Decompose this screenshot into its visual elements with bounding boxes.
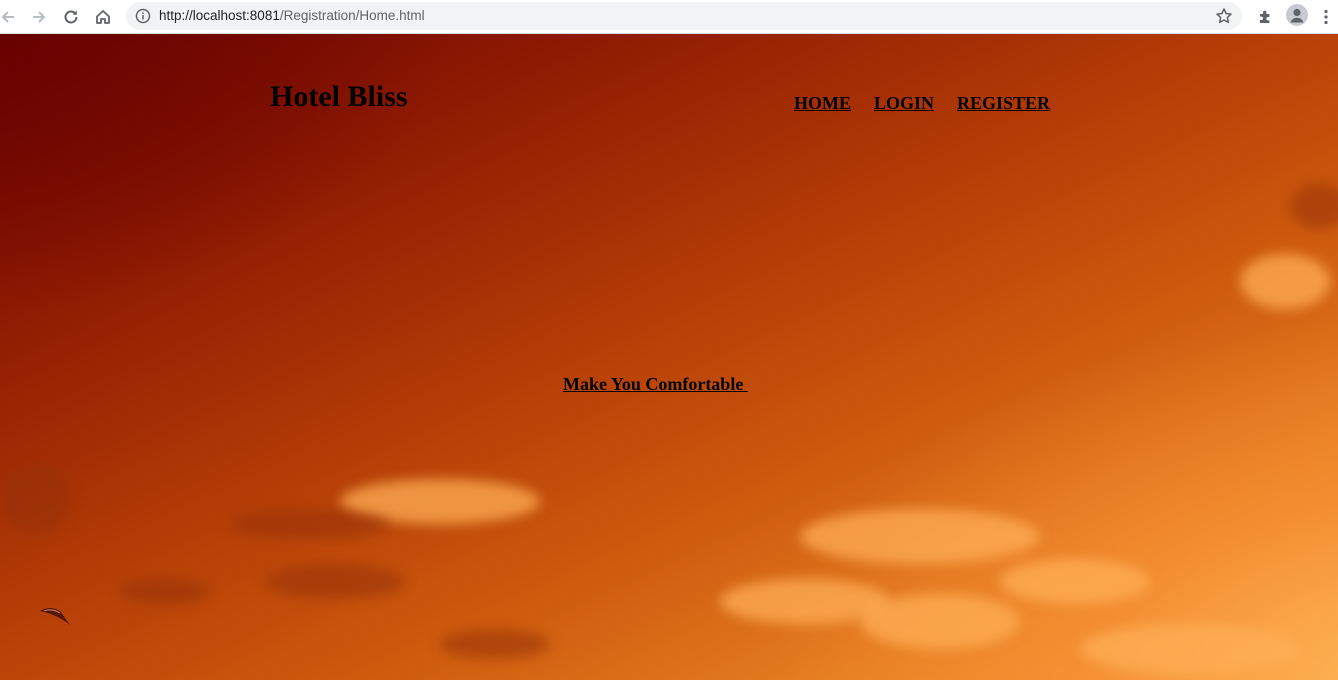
page-viewport: Hotel Bliss HOME LOGIN REGISTER Make You…: [0, 34, 1338, 680]
cloud-shape: [120, 579, 210, 604]
cloud-shape: [800, 509, 1040, 564]
star-icon[interactable]: [1215, 7, 1233, 25]
browser-toolbar: http://localhost:8081/Registration/Home.…: [0, 0, 1338, 34]
url-host: http://localhost:8081: [159, 8, 280, 23]
cloud-shape: [1240, 254, 1330, 309]
address-bar[interactable]: http://localhost:8081/Registration/Home.…: [126, 2, 1242, 30]
person-icon: [1286, 4, 1308, 26]
cloud-shape: [1000, 559, 1150, 604]
reload-button[interactable]: [59, 5, 83, 29]
cloud-shape: [0, 464, 70, 534]
arrow-left-icon: [1, 11, 14, 23]
back-button[interactable]: [0, 5, 20, 29]
hero-tagline-link[interactable]: Make You Comfortable: [563, 373, 748, 395]
cloud-shape: [1080, 624, 1300, 674]
profile-button[interactable]: [1286, 4, 1308, 26]
cloud-shape: [265, 564, 405, 599]
extensions-button[interactable]: [1254, 5, 1278, 29]
cloud-shape: [860, 594, 1020, 649]
site-logo-title[interactable]: Hotel Bliss: [270, 80, 408, 114]
url-text[interactable]: http://localhost:8081/Registration/Home.…: [159, 8, 425, 24]
nav-link-login[interactable]: LOGIN: [874, 92, 934, 114]
kebab-menu-icon: [1324, 9, 1328, 25]
home-icon: [96, 10, 110, 24]
arrow-right-icon: [33, 11, 46, 23]
home-button[interactable]: [91, 5, 115, 29]
nav-link-register[interactable]: REGISTER: [957, 92, 1050, 114]
forward-button[interactable]: [27, 5, 51, 29]
menu-button[interactable]: [1318, 5, 1334, 29]
cloud-shape: [440, 629, 550, 659]
url-path: /Registration/Home.html: [279, 8, 425, 23]
nav-link-home[interactable]: HOME: [794, 92, 851, 114]
kite-silhouette: [40, 608, 70, 625]
cloud-shape: [230, 509, 390, 539]
main-nav: HOME LOGIN REGISTER: [794, 92, 1050, 114]
cloud-shape: [1290, 184, 1338, 229]
info-icon[interactable]: [135, 8, 151, 24]
puzzle-icon: [1260, 10, 1270, 23]
reload-icon: [64, 10, 78, 24]
